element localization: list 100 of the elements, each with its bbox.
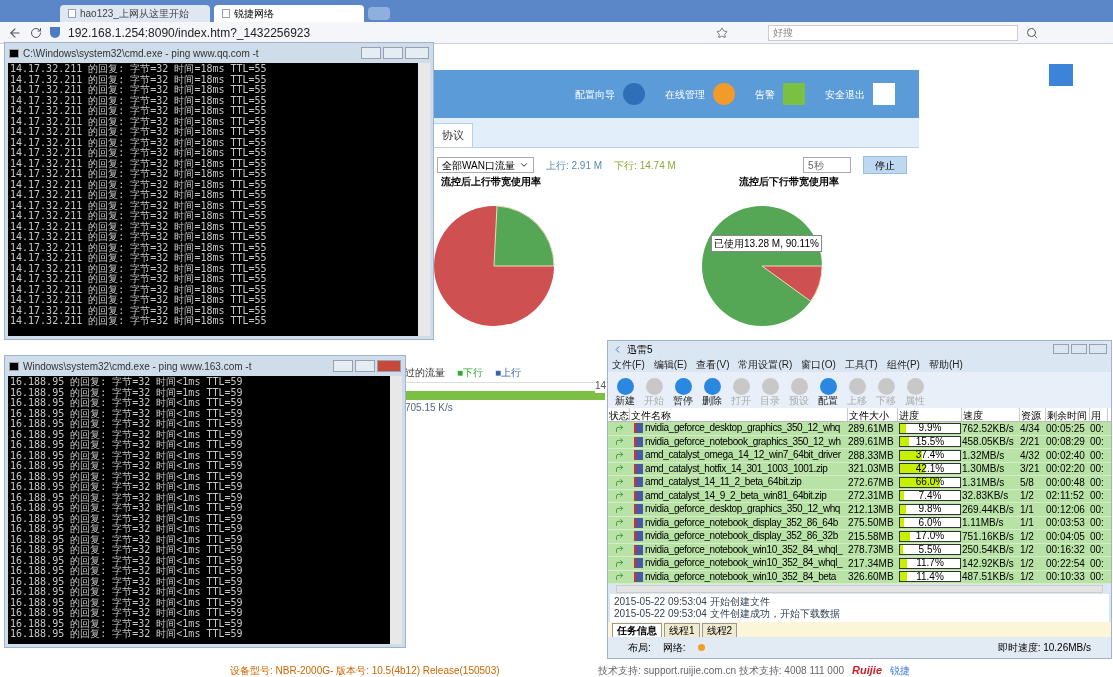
console-line: 14.17.32.211 的回复: 字节=32 时间=18ms TTL=55 [10, 305, 268, 316]
column-header[interactable]: 进度 [898, 408, 962, 421]
column-header[interactable]: 用 [1090, 408, 1108, 421]
table-cell-text: 212.13MB [848, 502, 895, 517]
table-cell-text: 4/34 [1020, 421, 1041, 436]
search-field[interactable]: 好搜 [768, 24, 1018, 41]
section-title: 过的流量 [405, 366, 445, 380]
download-row[interactable]: nvidia_geforce_notebook_display_352_86_64b 275.50MB 6.0% 1.11MB/s 1/1 00:03:53 00: [608, 516, 1111, 530]
panel-tab[interactable]: 线程1 [664, 623, 700, 637]
close-button[interactable] [377, 360, 401, 372]
file-icon [634, 436, 643, 447]
wan-dropdown[interactable]: 全部WAN口流量 [437, 157, 534, 173]
toolbar-button[interactable]: 配置 [815, 378, 841, 407]
new-tab-button[interactable] [368, 7, 390, 20]
console-line: 14.17.32.211 的回复: 字节=32 时间=18ms TTL=55 [10, 284, 268, 295]
download-row[interactable]: nvidia_geforce_notebook_win10_352_84_whql_ 278.73MB 5.5% 250.54KB/s 1/2 00:16:32 00: [608, 543, 1111, 557]
maximize-button[interactable] [355, 360, 375, 372]
menu-item[interactable]: 工具(T) [844, 357, 878, 372]
file-icon [634, 517, 643, 528]
toolbar-button[interactable]: 新建 [612, 378, 638, 407]
menu-item[interactable]: 查看(V) [696, 357, 730, 372]
console-line: 14.17.32.211 的回复: 字节=32 时间=18ms TTL=55 [10, 200, 268, 211]
star-icon[interactable] [716, 26, 728, 39]
download-row[interactable]: nvidia_geforce_notebook_win10_352_84_beta 326.60MB 11.4% 487.51KB/s 1/2 00:10:33 00: [608, 570, 1111, 584]
status-icon [614, 558, 624, 568]
table-cell-text: 487.51KB/s [962, 570, 1015, 585]
menu-item[interactable]: 帮助(H) [928, 357, 963, 372]
close-button[interactable] [405, 47, 429, 59]
reload-icon[interactable] [30, 26, 42, 39]
table-cell-text: 00: [1090, 556, 1105, 571]
browser-tab[interactable]: hao123_上网从这里开始 [60, 5, 210, 22]
progress-bar: 9.9% [899, 422, 961, 434]
scrollbar[interactable] [418, 63, 430, 336]
table-cell-text: 272.31MB [848, 489, 895, 504]
round-icon [848, 378, 866, 395]
panel-tab[interactable]: 任务信息 [612, 623, 662, 637]
scrollbar[interactable] [390, 376, 402, 644]
toolbar-button[interactable]: 删除 [699, 378, 725, 407]
menu-item[interactable]: 组件(P) [886, 357, 920, 372]
table-cell-text: 289.61MB [848, 435, 895, 450]
download-row[interactable]: nvidia_geforce_notebook_graphics_350_12_wh 289.61MB 15.5% 458.05KB/s 2/21 00:08:29 00: [608, 435, 1111, 449]
table-cell-text: 1/2 [1020, 529, 1035, 544]
browser-tab[interactable]: 锐捷网络 [214, 5, 364, 22]
stop-button[interactable]: 停止 [863, 156, 907, 174]
menu-item[interactable]: 常用设置(R) [738, 357, 793, 372]
column-header[interactable]: 文件大小 [848, 408, 898, 421]
window-title: 迅雷5 [627, 342, 653, 357]
nav-icon [783, 83, 805, 105]
toolbar-button[interactable]: 暂停 [670, 378, 696, 407]
back-icon[interactable] [8, 25, 22, 40]
scrollbar[interactable] [616, 585, 1103, 593]
content-tab[interactable]: 协议 [433, 123, 473, 147]
status-icon [614, 477, 624, 487]
menu-item[interactable]: 文件(F) [612, 357, 645, 372]
download-row[interactable]: amd_catalyst_14_9_2_beta_win81_64bit.zip 272.31MB 7.4% 32.83KB/s 1/2 02:11:52 00: [608, 489, 1111, 503]
minimize-button[interactable] [1053, 344, 1069, 354]
table-cell-text: 250.54KB/s [962, 543, 1015, 558]
round-icon [906, 378, 924, 395]
file-icon [634, 504, 643, 515]
progress-bar: 17.0% [899, 530, 961, 542]
download-row[interactable]: nvidia_geforce_notebook_display_352_86_32b 215.58MB 17.0% 751.16KB/s 1/2 00:04:05 00: [608, 530, 1111, 544]
table-cell-text: 321.03MB [848, 462, 895, 477]
column-header[interactable]: 剩余时间 [1046, 408, 1090, 421]
file-name: nvidia_geforce_notebook_win10_352_84_whql_ [645, 543, 843, 556]
column-header[interactable]: 文件名称 [630, 408, 848, 421]
download-row[interactable]: nvidia_geforce_notebook_win10_352_84_whql_ 217.34MB 11.7% 142.92KB/s 1/2 00:22:54 00: [608, 557, 1111, 571]
address-field[interactable]: 192.168.1.254:8090/index.htm?_1432256923 [68, 23, 708, 42]
table-cell-text: 00: [1090, 502, 1105, 517]
table-cell-text: 00:03:53 [1046, 516, 1086, 531]
console-line: 16.188.95 的回复: 字节=32 时间<1ms TTL=59 [10, 534, 244, 545]
close-button[interactable] [1089, 344, 1107, 354]
download-row[interactable]: nvidia_geforce_desktop_graphics_350_12_whq 289.61MB 9.9% 762.52KB/s 4/34 00:05:25 00: [608, 422, 1111, 436]
file-name: nvidia_geforce_notebook_win10_352_84_whql_ [645, 557, 843, 570]
speed-label: 即时速度: 10.26MB/s [997, 641, 1091, 655]
table-cell-text: 1/1 [1020, 516, 1035, 531]
column-header[interactable]: 资源 [1020, 408, 1046, 421]
console-line: 16.188.95 的回复: 字节=32 时间<1ms TTL=59 [10, 618, 244, 629]
menu-item[interactable]: 编辑(E) [653, 357, 688, 372]
search-icon[interactable] [1026, 26, 1038, 39]
table-cell-text: 00: [1090, 448, 1105, 463]
file-icon [634, 531, 643, 542]
column-header[interactable]: 状态 [608, 408, 630, 421]
maximize-button[interactable] [1071, 344, 1087, 354]
table-cell-text: 1/2 [1020, 543, 1035, 558]
download-row[interactable]: nvidia_geforce_desktop_graphics_350_12_whq 212.13MB 9.8% 269.44KB/s 1/1 00:12:06 00: [608, 503, 1111, 517]
file-name: amd_catalyst_omega_14_12_win7_64bit_driver [645, 449, 841, 462]
interval-dropdown[interactable]: 5秒 [803, 157, 851, 173]
table-cell-text: 269.44KB/s [962, 502, 1015, 517]
minimize-button[interactable] [333, 360, 353, 372]
menu-item[interactable]: 窗口(O) [801, 357, 836, 372]
column-header[interactable]: 速度 [962, 408, 1020, 421]
table-cell-text: 00: [1090, 435, 1105, 450]
table-cell-text: 4/32 [1020, 448, 1041, 463]
console-line: 14.17.32.211 的回复: 字节=32 时间=18ms TTL=55 [10, 95, 268, 106]
table-cell-text: 00: [1090, 421, 1105, 436]
minimize-button[interactable] [361, 47, 381, 59]
maximize-button[interactable] [383, 47, 403, 59]
file-name: amd_catalyst_14_11_2_beta_64bit.zip [645, 476, 802, 489]
panel-tab[interactable]: 线程2 [701, 623, 738, 637]
table-cell-text: 00:02:20 [1046, 462, 1086, 477]
